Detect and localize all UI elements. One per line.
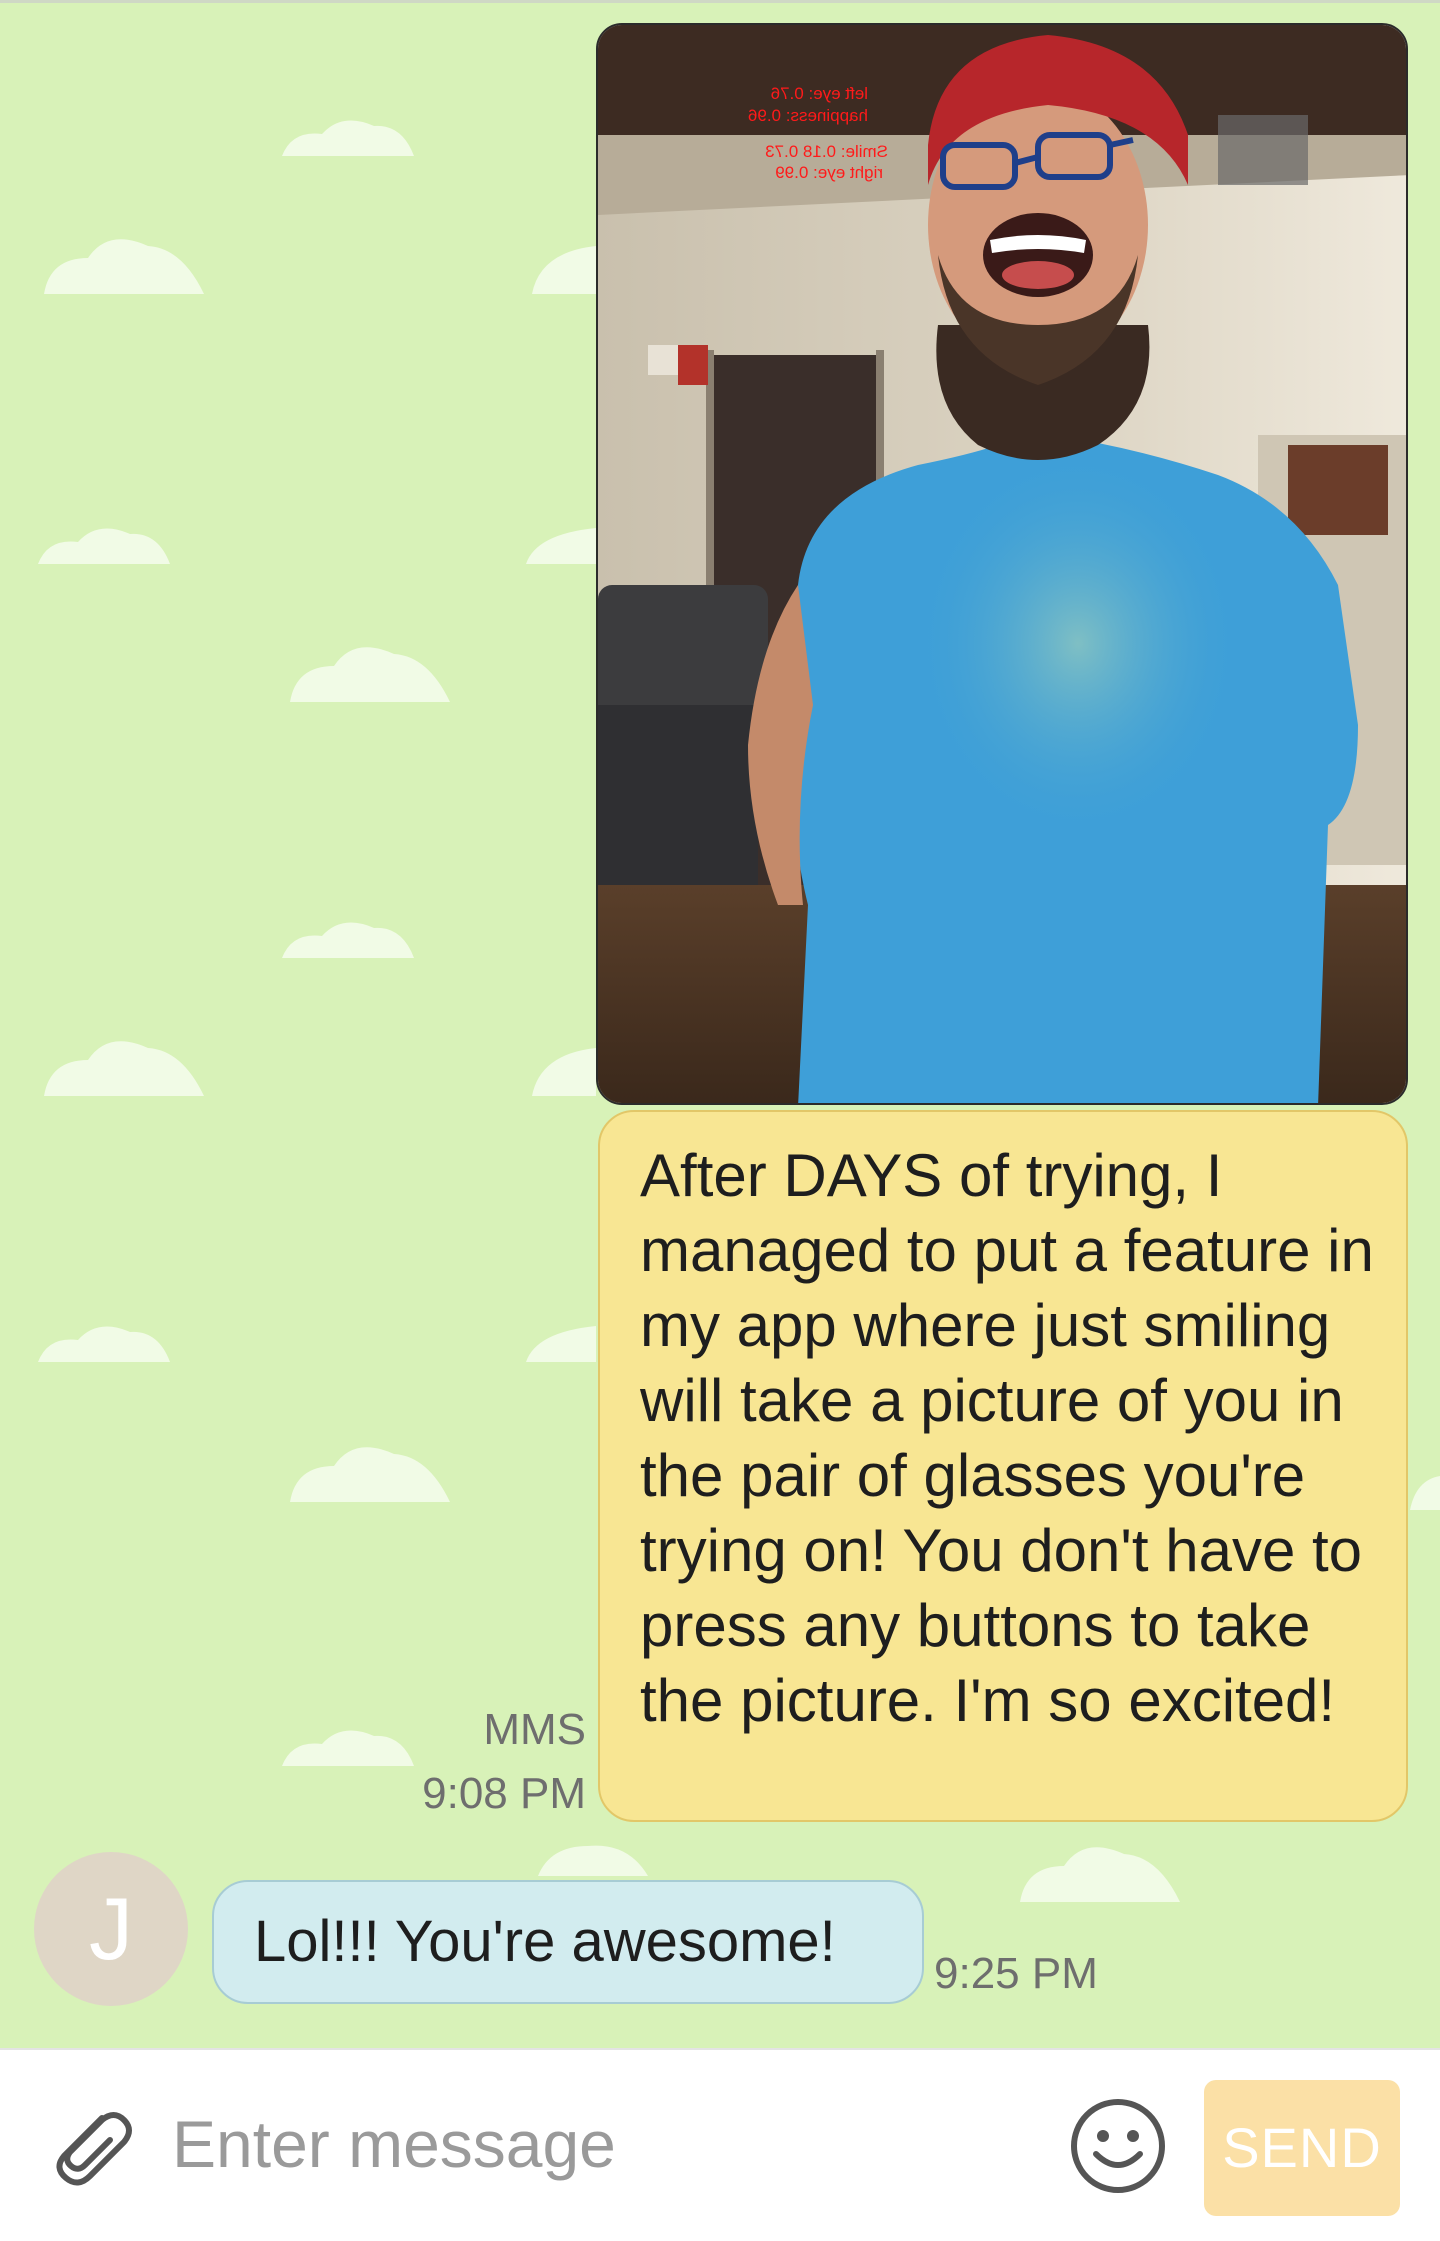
outgoing-timestamp: 9:08 PM xyxy=(422,1769,586,1818)
cloud-decoration xyxy=(290,1436,450,1502)
cloud-decoration xyxy=(282,1722,414,1766)
send-button[interactable]: SEND xyxy=(1204,2080,1400,2216)
cloud-decoration xyxy=(532,1030,596,1096)
chat-area[interactable]: left eye: 0.76 happiness: 0.96 Smile: 0.… xyxy=(0,0,1440,2048)
incoming-message-text: Lol!!! You're awesome! xyxy=(254,1909,836,1974)
outgoing-message-meta: MMS 9:08 PM xyxy=(422,1698,586,1826)
smiley-icon[interactable] xyxy=(1068,2096,1168,2196)
cloud-decoration xyxy=(290,636,450,702)
photo-attachment[interactable]: left eye: 0.76 happiness: 0.96 Smile: 0.… xyxy=(596,23,1408,1105)
contact-avatar[interactable]: J xyxy=(34,1852,188,2006)
message-type-label: MMS xyxy=(483,1705,586,1754)
message-input[interactable] xyxy=(170,2088,1044,2200)
outgoing-message-text: After DAYS of trying, I managed to put a… xyxy=(640,1142,1374,1734)
overlay-left-eye: left eye: 0.76 xyxy=(771,84,868,103)
overlay-right-eye: right eye: 0.99 xyxy=(775,163,883,182)
cloud-decoration xyxy=(44,1030,204,1096)
paperclip-icon[interactable] xyxy=(44,2100,136,2192)
cloud-decoration xyxy=(38,1318,170,1362)
message-composer: SEND xyxy=(0,2048,1440,2241)
cloud-decoration xyxy=(44,228,204,294)
overlay-happiness: happiness: 0.96 xyxy=(748,106,868,125)
cloud-decoration xyxy=(282,914,414,958)
cloud-decoration xyxy=(526,520,596,564)
incoming-timestamp: 9:25 PM xyxy=(934,1949,1098,1998)
cloud-decoration xyxy=(1410,1470,1440,1510)
outgoing-message-bubble[interactable]: After DAYS of trying, I managed to put a… xyxy=(598,1110,1408,1822)
cloud-decoration xyxy=(538,1836,648,1876)
incoming-message-bubble[interactable]: Lol!!! You're awesome! xyxy=(212,1880,924,2004)
cloud-decoration xyxy=(38,520,170,564)
overlay-smile: Smile: 0.18 0.73 xyxy=(765,142,888,161)
cloud-decoration xyxy=(1020,1836,1180,1902)
avatar-initial: J xyxy=(89,1879,133,1978)
top-divider xyxy=(0,0,1440,3)
cloud-decoration xyxy=(532,228,596,294)
cloud-decoration xyxy=(282,112,414,156)
cloud-decoration xyxy=(526,1318,596,1362)
selfie-image: left eye: 0.76 happiness: 0.96 Smile: 0.… xyxy=(598,25,1406,1103)
